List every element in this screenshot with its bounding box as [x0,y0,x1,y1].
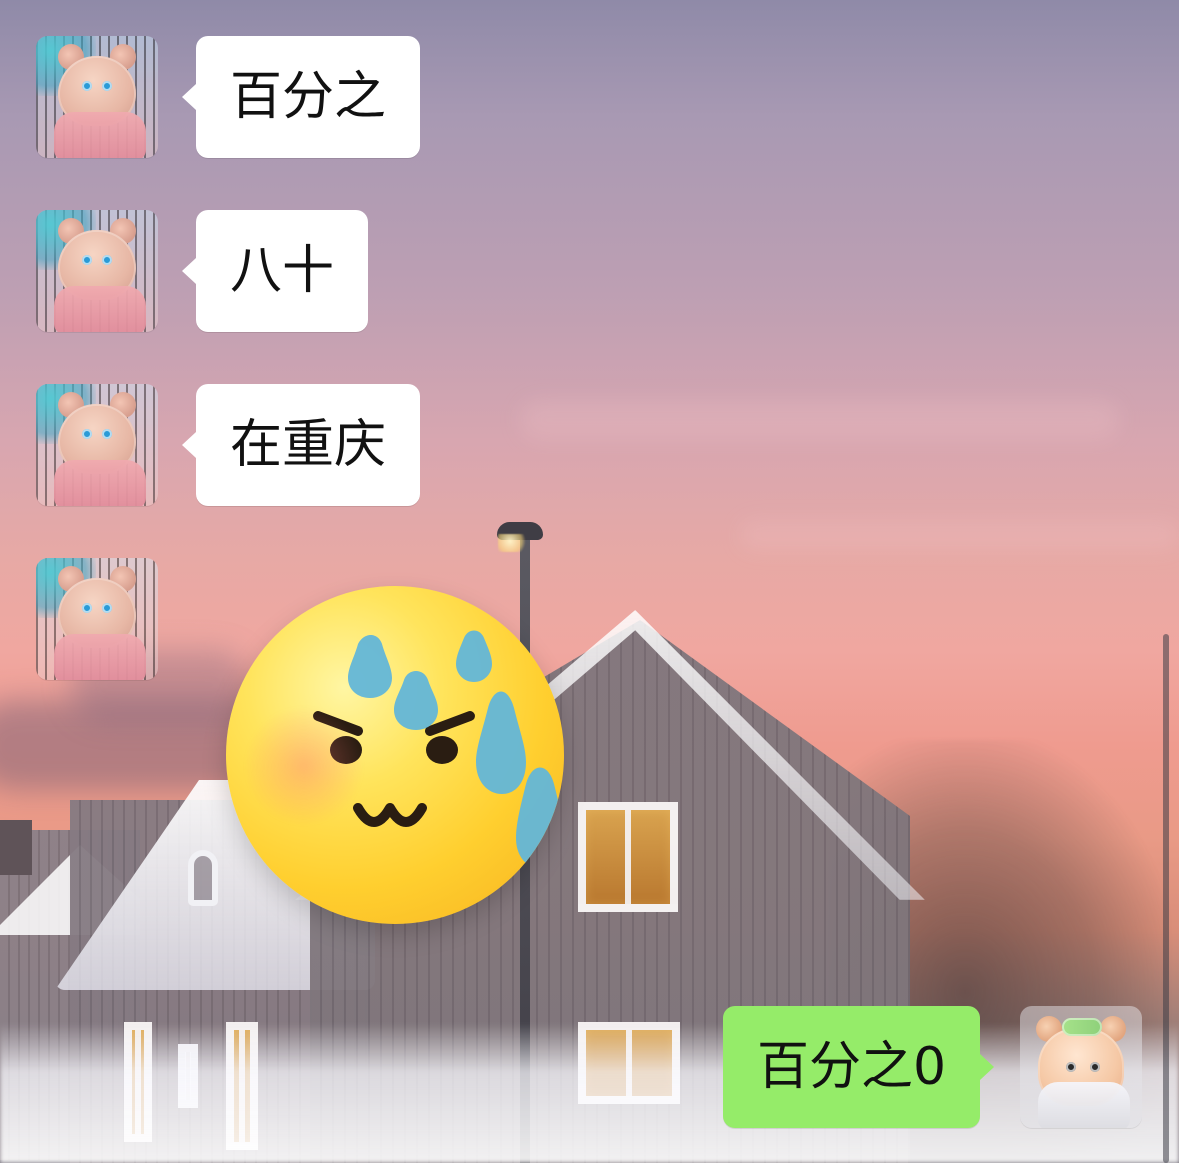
incoming-avatar[interactable] [36,210,158,332]
chat-scrollbar[interactable] [1163,634,1169,1163]
sweat-angry-emoji-icon[interactable] [226,586,564,924]
incoming-avatar[interactable] [36,384,158,506]
avatar-eye [102,603,112,613]
avatar-eye [102,429,112,439]
message-text: 八十 [230,241,335,301]
message-text: 百分之0 [757,1037,947,1097]
avatar-eye [82,81,92,91]
incoming-avatar[interactable] [36,36,158,158]
my-avatar[interactable] [1020,1006,1142,1128]
incoming-message-bubble[interactable]: 在重庆 [196,384,421,506]
outgoing-message-bubble[interactable]: 百分之0 [723,1006,981,1128]
incoming-message-bubble[interactable]: 百分之 [196,36,421,158]
avatar-eye [82,429,92,439]
avatar-body [54,112,146,158]
avatar-eye [102,255,112,265]
incoming-avatar[interactable] [36,558,158,680]
sweat-angry-emoji-graphic [313,630,564,868]
avatar-eye [82,603,92,613]
avatar-eye [102,81,112,91]
avatar-body [54,286,146,332]
avatar-eye [1090,1062,1100,1072]
avatar-body [54,460,146,506]
avatar-body [1038,1082,1130,1128]
message-text: 在重庆 [230,415,387,475]
incoming-message-bubble[interactable]: 八十 [196,210,369,332]
avatar-eye [82,255,92,265]
avatar-bow [1062,1018,1102,1036]
chat-message-list[interactable]: 百分之 八十 在重庆 百分之0 [0,0,1179,1163]
message-text: 百分之 [230,67,387,127]
avatar-body [54,634,146,680]
avatar-eye [1066,1062,1076,1072]
